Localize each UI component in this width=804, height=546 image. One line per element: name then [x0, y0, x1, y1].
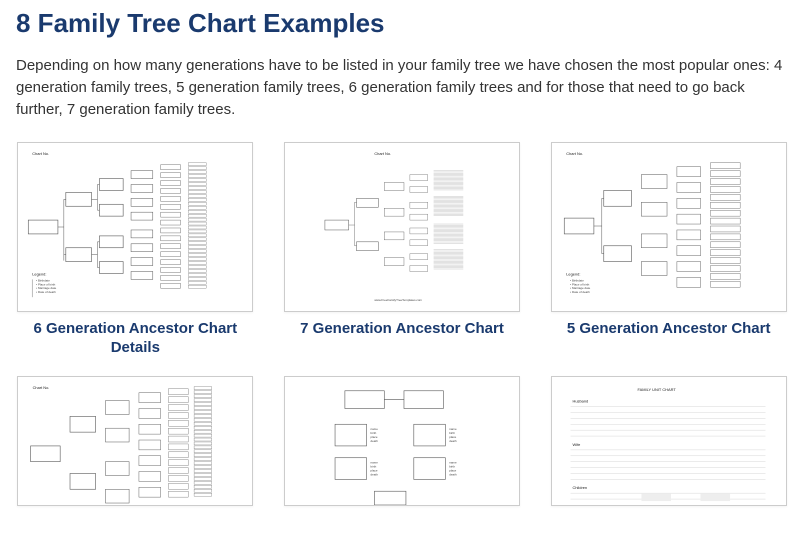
- example-card[interactable]: Chart No.: [16, 142, 255, 358]
- example-thumbnail[interactable]: Chart No.: [17, 142, 253, 312]
- example-card[interactable]: FAMILY UNIT CHART Husband Wife Children: [549, 376, 788, 506]
- example-caption[interactable]: 7 Generation Ancestor Chart: [300, 320, 504, 339]
- svg-text:Chart No.: Chart No.: [33, 385, 50, 390]
- svg-text:• Date of death: • Date of death: [570, 290, 590, 294]
- example-card[interactable]: Chart No.: [549, 142, 788, 358]
- example-thumbnail[interactable]: Chart No.: [551, 142, 787, 312]
- svg-text:FAMILY UNIT CHART: FAMILY UNIT CHART: [637, 387, 676, 392]
- svg-text:death: death: [449, 439, 457, 443]
- example-card[interactable]: Chart No.: [283, 142, 522, 358]
- example-thumbnail[interactable]: namebirthplacedeath namebirthplacedeath …: [284, 376, 520, 506]
- example-caption[interactable]: 6 Generation Ancestor Chart Details: [17, 320, 253, 358]
- svg-text:death: death: [449, 472, 457, 476]
- svg-text:Children: Children: [572, 485, 587, 490]
- example-thumbnail[interactable]: Chart No.: [17, 376, 253, 506]
- example-caption[interactable]: 5 Generation Ancestor Chart: [567, 320, 771, 339]
- example-thumbnail[interactable]: Chart No.: [284, 142, 520, 312]
- svg-text:Chart No.: Chart No.: [566, 151, 583, 156]
- example-card[interactable]: Chart No.: [16, 376, 255, 506]
- example-thumbnail[interactable]: FAMILY UNIT CHART Husband Wife Children: [551, 376, 787, 506]
- svg-text:Legend:: Legend:: [566, 272, 580, 277]
- svg-text:Husband: Husband: [572, 398, 588, 403]
- examples-grid: Chart No.: [16, 142, 788, 506]
- svg-text:• Date of death: • Date of death: [37, 290, 57, 294]
- page-heading: 8 Family Tree Chart Examples: [16, 8, 788, 39]
- intro-paragraph: Depending on how many generations have t…: [16, 55, 788, 120]
- svg-text:Chart No.: Chart No.: [374, 151, 391, 156]
- svg-text:death: death: [370, 472, 378, 476]
- svg-text:www.FreeFamilyTreeTemplates.co: www.FreeFamilyTreeTemplates.com: [374, 298, 422, 302]
- svg-text:Chart No.: Chart No.: [33, 151, 50, 156]
- svg-text:Legend:: Legend:: [33, 272, 47, 277]
- example-card[interactable]: namebirthplacedeath namebirthplacedeath …: [283, 376, 522, 506]
- svg-text:Wife: Wife: [572, 442, 580, 447]
- svg-text:death: death: [370, 439, 378, 443]
